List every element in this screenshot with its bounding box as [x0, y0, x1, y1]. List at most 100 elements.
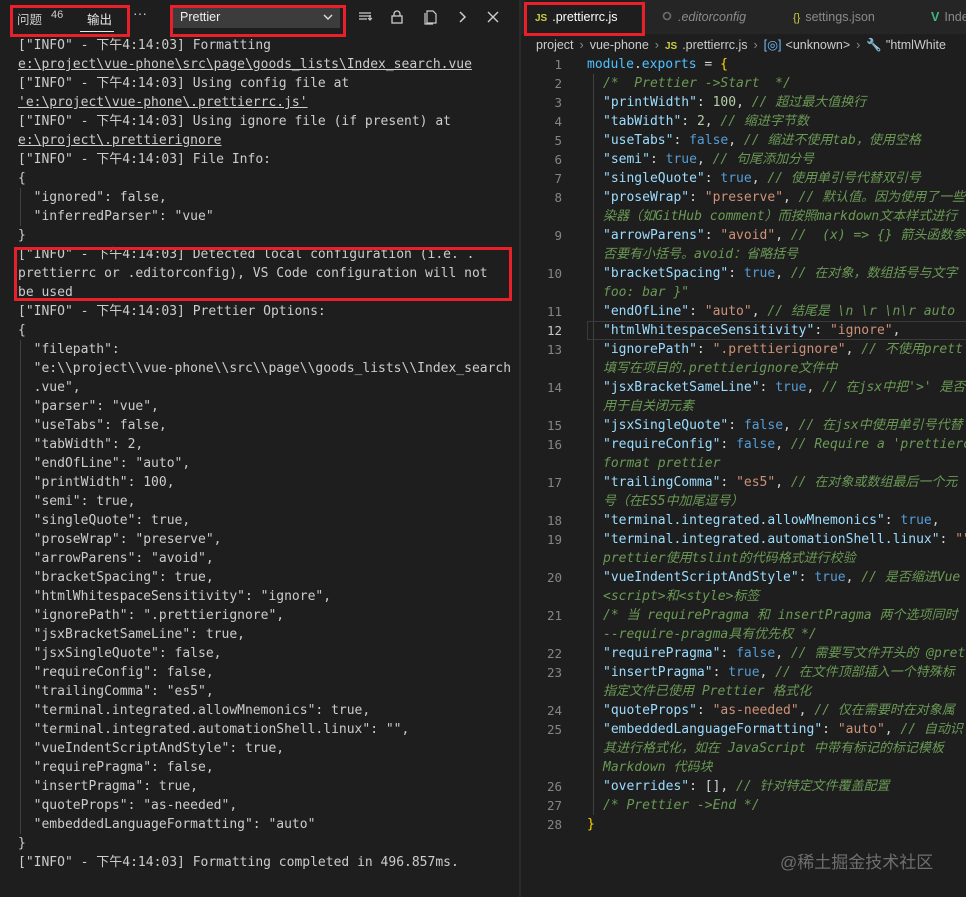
line-number: 2: [554, 76, 562, 91]
line-number: 26: [546, 779, 562, 794]
code-line: 18 "terminal.integrated.allowMnemonics": …: [521, 511, 966, 530]
line-number: 23: [546, 665, 562, 680]
output-line: "inferredParser": "vue": [18, 209, 214, 224]
output-line: "terminal.integrated.automationShell.lin…: [18, 722, 410, 737]
code-line: 7 "singleQuote": true, // 使用单引号代替双引号: [521, 169, 966, 188]
output-line: "endOfLine": "auto",: [18, 456, 191, 471]
tab-index-vue[interactable]: V Inde: [931, 0, 966, 34]
line-number: 3: [554, 95, 562, 110]
code-text: "endOfLine": "auto", // 结尾是 \n \r \n\r a…: [603, 304, 956, 319]
tab-output[interactable]: 输出: [87, 9, 112, 28]
line-number: 14: [546, 380, 562, 395]
editor-pane: JS .prettierrc.js .editorconfig {} setting…: [521, 0, 966, 897]
code-text: module.exports = {: [587, 57, 728, 72]
code-line: 4 "tabWidth": 2, // 缩进字节数: [521, 112, 966, 131]
output-line: "arrowParens": "avoid",: [18, 551, 214, 566]
close-icon[interactable]: [485, 9, 501, 25]
line-number: 16: [546, 437, 562, 452]
panel-tab-bar: 问题 46 输出 ··· Prettier: [0, 0, 519, 34]
breadcrumb-item[interactable]: .prettierrc.js: [682, 38, 747, 52]
watermark: @稀土掘金技术社区: [780, 853, 934, 872]
code-text: format prettier: [603, 456, 721, 471]
code-text: "useTabs": false, // 缩进不使用tab，使用空格: [603, 133, 921, 148]
chevron-right-icon: ›: [753, 38, 758, 52]
code-text: 否要有小括号。avoid：省略括号: [603, 247, 799, 262]
editor-tab-bar: JS .prettierrc.js .editorconfig {} setting…: [521, 0, 966, 34]
line-number: 22: [546, 646, 562, 661]
tab-prettierrc[interactable]: JS .prettierrc.js: [525, 0, 641, 34]
code-text: 指定文件已使用 Prettier 格式化: [603, 684, 812, 699]
code-text: "embeddedLanguageFormatting": "auto", //…: [603, 722, 963, 737]
code-text: 染器（如GitHub comment）而按照markdown文本样式进行: [603, 209, 958, 224]
copy-icon[interactable]: [422, 9, 438, 25]
output-line: "vueIndentScriptAndStyle": true,: [18, 741, 285, 756]
tab-editorconfig[interactable]: .editorconfig: [661, 0, 746, 34]
code-text: "insertPragma": true, // 在文件顶部插入一个特殊标: [603, 665, 955, 680]
chevron-right-icon: ›: [654, 38, 659, 52]
js-file-icon: JS: [664, 41, 678, 52]
code-line: 15 "jsxSingleQuote": false, // 在jsx中使用单引号…: [521, 416, 966, 435]
gear-icon: [662, 11, 672, 21]
code-text: "tabWidth": 2, // 缩进字节数: [603, 114, 809, 129]
output-line: "e:\\project\\vue-phone\\src\\page\\good…: [18, 361, 512, 376]
code-text: 用于自关闭元素: [603, 399, 695, 414]
output-line: ["INFO" - 下午4:14:03] Using ignore file (…: [18, 114, 451, 129]
list-filter-icon[interactable]: [357, 9, 373, 25]
code-text: 其进行格式化，如在 JavaScript 中带有标记的标记模板: [603, 741, 944, 756]
code-line: 26 "overrides": [], // 针对特定文件覆盖配置: [521, 777, 966, 796]
code-line: 其进行格式化，如在 JavaScript 中带有标记的标记模板: [521, 739, 966, 758]
code-text: "requirePragma": false, // 需要写文件开头的 @pre…: [603, 646, 966, 661]
code-text: "ignorePath": ".prettierignore", // 不使用p…: [603, 342, 963, 357]
chevron-right-icon[interactable]: [454, 9, 470, 25]
output-line: "jsxSingleQuote": false,: [18, 646, 222, 661]
code-editor[interactable]: 1 module.exports = {2 /* Prettier ->Start …: [521, 55, 966, 834]
code-line: 20 "vueIndentScriptAndStyle": true, // 是否…: [521, 568, 966, 587]
code-text: 号（在ES5中加尾逗号）: [603, 494, 744, 509]
line-number: 9: [554, 228, 562, 243]
line-number: 18: [546, 513, 562, 528]
output-channel-select[interactable]: Prettier: [172, 8, 340, 28]
output-line: "insertPragma": true,: [18, 779, 199, 794]
breadcrumb-item[interactable]: project: [536, 38, 574, 52]
output-line: "proseWrap": "preserve",: [18, 532, 222, 547]
object-symbol-icon: [◎]: [763, 38, 782, 52]
problems-count-badge: 46: [51, 9, 64, 21]
output-line: "tabWidth": 2,: [18, 437, 144, 452]
tab-label: settings.json: [805, 10, 875, 24]
code-line: 染器（如GitHub comment）而按照markdown文本样式进行: [521, 207, 966, 226]
code-text: "singleQuote": true, // 使用单引号代替双引号: [603, 171, 921, 186]
output-line: ["INFO" - 下午4:14:03] Formatting: [18, 38, 271, 53]
code-line: --require-pragma具有优先权 */: [521, 625, 966, 644]
code-text: "bracketSpacing": true, // 在对象，数组括号与文字: [603, 266, 958, 281]
code-line: 6 "semi": true, // 句尾添加分号: [521, 150, 966, 169]
lock-icon[interactable]: [389, 9, 405, 25]
breadcrumb-item[interactable]: "htmlWhite: [886, 38, 946, 52]
more-actions-icon[interactable]: ···: [133, 5, 147, 21]
line-number: 8: [554, 190, 562, 205]
line-number: 7: [554, 171, 562, 186]
breadcrumb-item[interactable]: <unknown>: [786, 38, 851, 52]
line-number: 25: [546, 722, 562, 737]
code-line: 28}: [521, 815, 966, 834]
tab-problems[interactable]: 问题: [17, 9, 42, 28]
output-log: ["INFO" - 下午4:14:03] Formatting e:\projec…: [18, 36, 518, 872]
output-line: "useTabs": false,: [18, 418, 167, 433]
code-text: "requireConfig": false, // Require a 'pr…: [603, 437, 966, 452]
code-line: 1 module.exports = {: [521, 55, 966, 74]
output-line: "htmlWhitespaceSensitivity": "ignore",: [18, 589, 332, 604]
code-line: 9 "arrowParens": "avoid", // (x) => {} 箭头…: [521, 226, 966, 245]
json-file-icon: {}: [793, 12, 801, 24]
code-text: "jsxSingleQuote": false, // 在jsx中使用单引号代替: [603, 418, 963, 433]
output-line: ["INFO" - 下午4:14:03] Formatting complete…: [18, 855, 459, 870]
code-text: "jsxBracketSameLine": true, // 在jsx中把'>'…: [603, 380, 966, 395]
line-number: 11: [546, 304, 562, 319]
code-text: "arrowParens": "avoid", // (x) => {} 箭头函…: [603, 228, 966, 243]
tab-settings-json[interactable]: {} settings.json: [793, 0, 875, 34]
code-text: "overrides": [], // 针对特定文件覆盖配置: [603, 779, 890, 794]
code-line: 25 "embeddedLanguageFormatting": "auto", …: [521, 720, 966, 739]
code-line: 2 /* Prettier ->Start */: [521, 74, 966, 93]
breadcrumb-item[interactable]: vue-phone: [590, 38, 649, 52]
output-line: ["INFO" - 下午4:14:03] File Info:: [18, 152, 271, 167]
code-line: format prettier: [521, 454, 966, 473]
output-line: "filepath":: [18, 342, 120, 357]
